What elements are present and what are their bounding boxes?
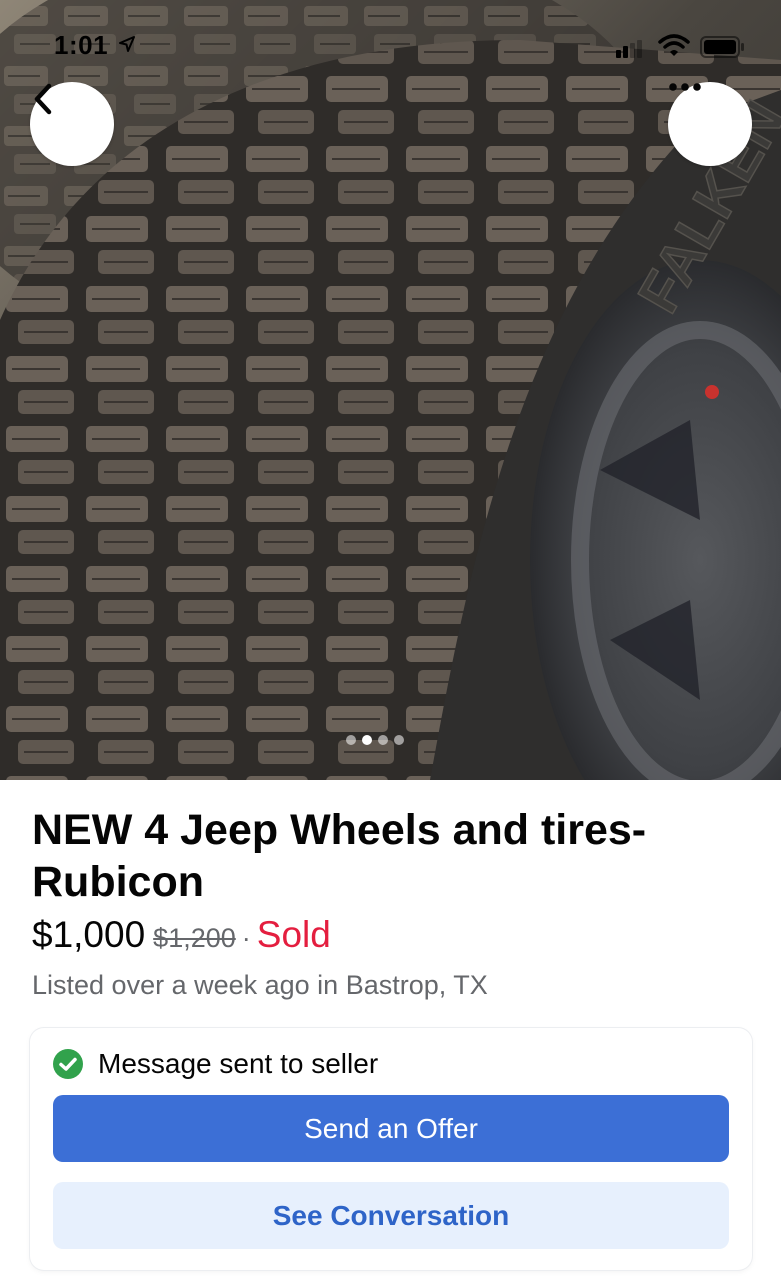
back-chevron-icon xyxy=(34,83,52,115)
location-arrow-icon xyxy=(119,36,135,52)
listing-photo[interactable]: FALKEN 1:01 xyxy=(0,0,781,780)
wifi-icon xyxy=(658,34,690,56)
listing-meta: Listed over a week ago in Bastrop, TX xyxy=(32,970,488,1000)
page-dot[interactable] xyxy=(394,735,404,745)
more-dots-icon xyxy=(669,83,701,91)
send-offer-label: Send an Offer xyxy=(304,1112,478,1144)
more-options-button[interactable] xyxy=(668,82,752,166)
status-time: 1:01 xyxy=(54,30,109,60)
status-bar: 1:01 xyxy=(0,0,781,90)
contact-seller-card: Message sent to seller Send an Offer See… xyxy=(30,1028,752,1270)
send-offer-button[interactable]: Send an Offer xyxy=(53,1095,729,1162)
page-dot[interactable] xyxy=(378,735,388,745)
back-button[interactable] xyxy=(30,82,114,166)
page-dot[interactable] xyxy=(346,735,356,745)
battery-icon xyxy=(700,36,744,58)
listing-price: $1,000 xyxy=(32,914,146,955)
cell-signal-icon xyxy=(616,40,642,58)
price-row: $1,000 $1,200 · Sold xyxy=(32,914,331,956)
page-dot-active[interactable] xyxy=(362,735,372,745)
listing-title: NEW 4 Jeep Wheels and tires- Rubicon xyxy=(32,806,647,906)
price-separator: · xyxy=(241,923,251,953)
original-price: $1,200 xyxy=(153,923,236,953)
message-sent-text: Message sent to seller xyxy=(98,1048,379,1079)
see-conversation-label: See Conversation xyxy=(272,1199,510,1231)
listing-details: NEW 4 Jeep Wheels and tires- Rubicon $1,… xyxy=(0,780,781,1280)
see-conversation-button[interactable]: See Conversation xyxy=(53,1182,729,1249)
photo-pagination-dots[interactable] xyxy=(346,735,404,747)
tire-photo-illustration: FALKEN xyxy=(0,0,781,780)
message-sent-notice: Message sent to seller xyxy=(52,1048,378,1080)
sold-status: Sold xyxy=(256,914,331,955)
check-circle-icon xyxy=(53,1049,83,1079)
